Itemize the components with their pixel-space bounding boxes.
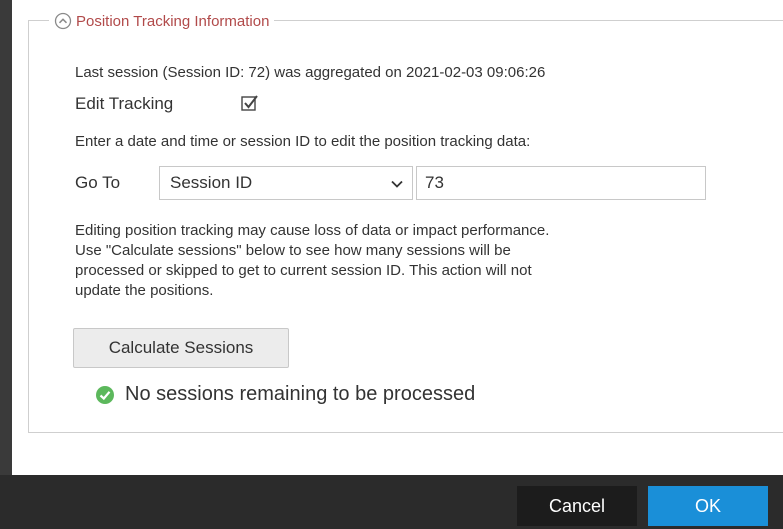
checkbox-checked-icon — [241, 95, 258, 111]
window-frame-left — [0, 0, 12, 475]
calculate-sessions-button[interactable]: Calculate Sessions — [73, 328, 289, 368]
edit-tracking-checkbox[interactable] — [240, 93, 260, 113]
status-text: No sessions remaining to be processed — [125, 383, 476, 405]
goto-type-value: Session ID — [170, 173, 253, 192]
warning-line: update the positions. — [75, 282, 214, 299]
chevron-down-icon — [391, 180, 403, 188]
section-legend[interactable]: Position Tracking Information — [49, 10, 275, 32]
warning-line: processed or skipped to get to current s… — [75, 262, 532, 279]
cancel-button[interactable]: Cancel — [517, 486, 637, 526]
session-id-input[interactable] — [416, 166, 706, 200]
goto-label: Go To — [75, 173, 121, 192]
warning-text: Editing position tracking may cause loss… — [75, 221, 735, 301]
status-message: No sessions remaining to be processed — [95, 383, 475, 406]
last-session-info: Last session (Session ID: 72) was aggreg… — [75, 64, 546, 81]
warning-line: Editing position tracking may cause loss… — [75, 222, 550, 239]
edit-tracking-label: Edit Tracking — [75, 94, 174, 113]
goto-type-select[interactable]: Session ID — [159, 166, 413, 200]
section-title: Position Tracking Information — [76, 12, 270, 30]
ok-button[interactable]: OK — [648, 486, 768, 526]
check-circle-icon — [95, 385, 115, 405]
warning-line: Use "Calculate sessions" below to see ho… — [75, 242, 511, 259]
chevron-up-circle-icon[interactable] — [54, 12, 72, 30]
instructions-text: Enter a date and time or session ID to e… — [75, 133, 531, 150]
